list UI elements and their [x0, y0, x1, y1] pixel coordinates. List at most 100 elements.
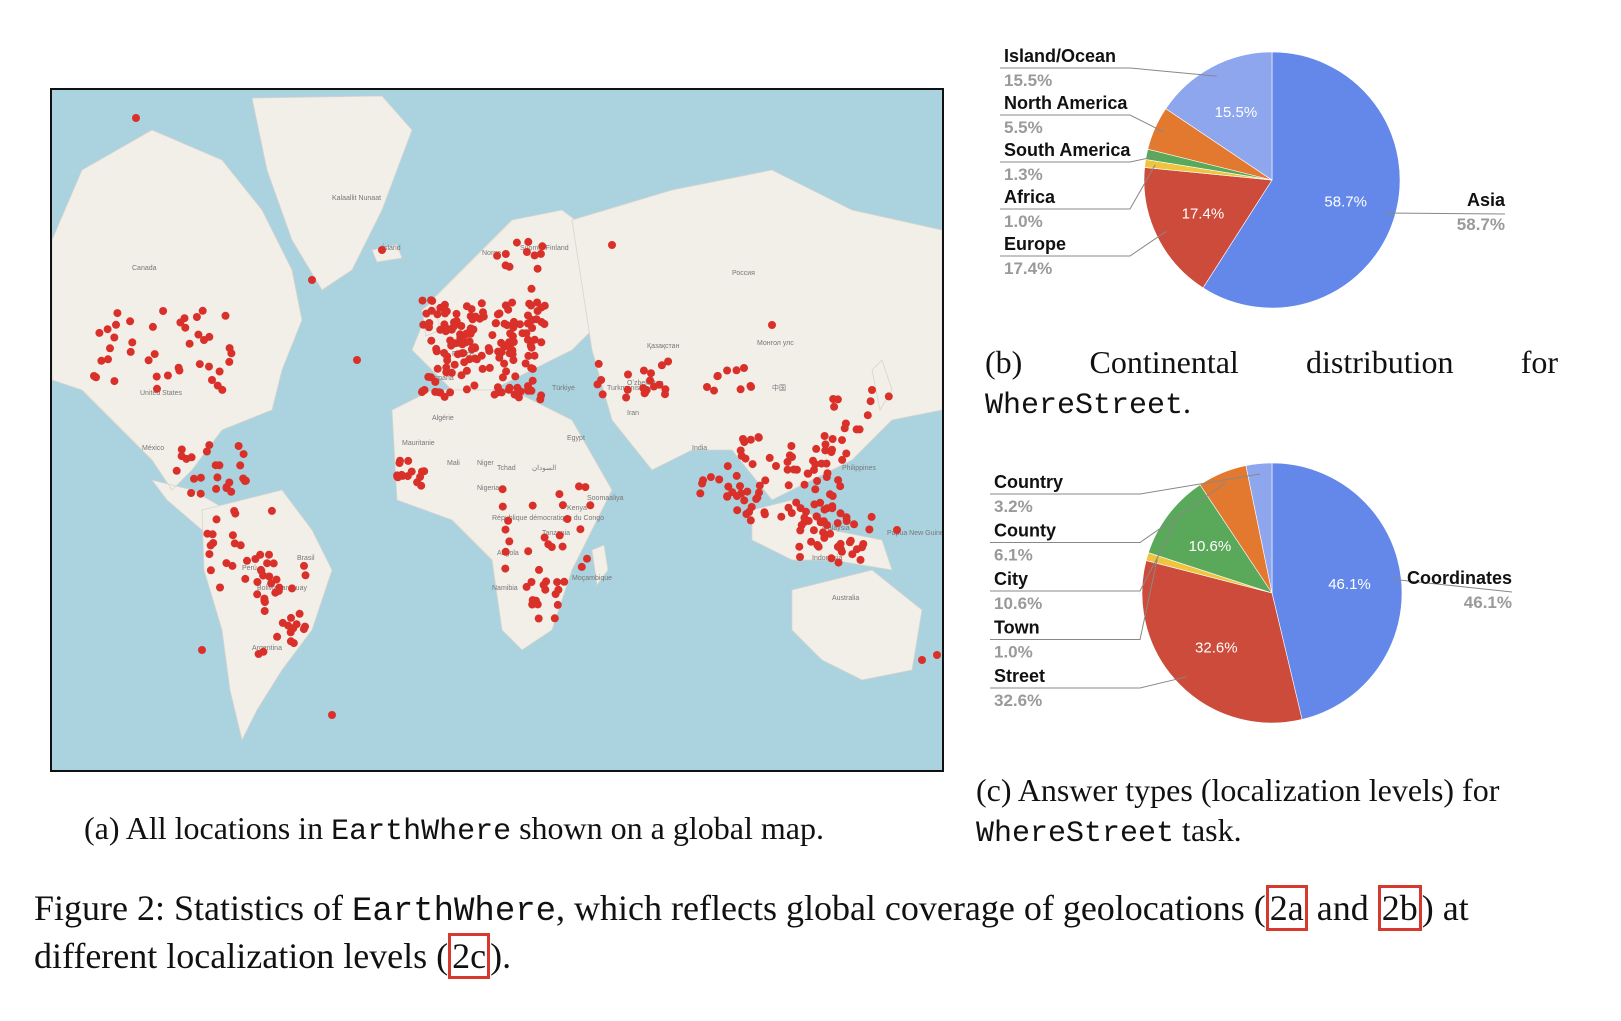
legend-pct: 15.5% — [1004, 71, 1052, 90]
pie-slice-value: 10.6% — [1189, 538, 1232, 555]
location-marker — [497, 348, 506, 357]
location-marker — [841, 419, 850, 428]
caption-c-suffix: task. — [1174, 812, 1242, 848]
location-marker — [558, 501, 567, 510]
location-marker — [820, 505, 829, 514]
ref-link-2b[interactable]: 2b — [1377, 885, 1422, 931]
location-marker — [550, 614, 559, 623]
location-marker — [828, 504, 837, 513]
location-marker — [407, 467, 416, 476]
location-marker — [527, 343, 536, 352]
location-marker — [846, 536, 855, 545]
world-map-svg: Kalaallit NunaatÍslandCanadaUnited State… — [52, 90, 942, 770]
location-marker — [706, 473, 715, 482]
location-marker — [208, 376, 216, 384]
location-marker — [228, 531, 237, 540]
figcap-code: EarthWhere — [352, 893, 557, 931]
location-marker — [488, 331, 497, 340]
location-marker — [820, 432, 829, 440]
location-marker — [761, 476, 770, 485]
ref-link-2a[interactable]: 2a — [1265, 885, 1308, 931]
ref-link-2c[interactable]: 2c — [448, 933, 491, 979]
location-marker — [639, 366, 648, 375]
location-marker — [263, 559, 272, 568]
location-marker — [144, 356, 153, 365]
location-marker — [833, 395, 842, 404]
location-marker — [192, 313, 201, 321]
location-marker — [395, 459, 404, 467]
location-marker — [863, 411, 872, 420]
location-marker — [746, 435, 755, 444]
map-label: Tchad — [497, 465, 516, 472]
legend-pct: 10.6% — [994, 594, 1042, 613]
caption-c-line1: (c) Answer types (localization levels) f… — [976, 772, 1500, 808]
location-marker — [538, 242, 547, 251]
location-marker — [703, 383, 711, 391]
caption-b-line2: WhereStreet. — [985, 382, 1191, 426]
location-marker — [867, 512, 876, 521]
location-marker — [163, 371, 172, 380]
figcap-mid: , which reflects global coverage of geol… — [556, 888, 1266, 928]
location-marker — [772, 462, 780, 470]
location-marker — [723, 492, 732, 501]
map-label: Россия — [732, 270, 755, 277]
location-marker — [533, 307, 542, 315]
location-marker — [537, 338, 546, 347]
location-marker — [710, 386, 718, 395]
location-marker — [241, 476, 250, 485]
location-marker — [594, 359, 603, 368]
location-marker — [205, 362, 213, 371]
location-marker — [301, 571, 310, 580]
pie-slice-value: 15.5% — [1215, 104, 1258, 121]
legend-pct: 1.0% — [994, 643, 1033, 662]
location-marker — [524, 311, 532, 320]
map-label: Brasil — [297, 555, 315, 562]
location-marker — [462, 302, 471, 311]
location-marker — [308, 276, 316, 284]
location-marker — [918, 656, 926, 664]
location-marker — [260, 607, 269, 615]
legend-label: North America — [1004, 93, 1128, 113]
figure-caption: Figure 2: Statistics of EarthWhere, whic… — [34, 885, 1584, 979]
location-marker — [452, 309, 461, 318]
location-marker — [196, 489, 205, 498]
location-marker — [753, 493, 762, 502]
location-marker — [508, 346, 517, 355]
location-marker — [150, 350, 159, 359]
location-marker — [501, 250, 510, 258]
caption-b-code: WhereStreet — [985, 389, 1184, 423]
location-marker — [765, 453, 774, 462]
map-label: Nigeria — [477, 485, 499, 492]
legend-pct: 5.5% — [1004, 118, 1043, 137]
location-marker — [90, 372, 98, 380]
map-label: Philippines — [842, 465, 876, 472]
location-marker — [646, 376, 655, 385]
location-marker — [215, 461, 224, 470]
location-marker — [495, 309, 504, 318]
location-marker — [477, 299, 486, 308]
location-marker — [555, 490, 564, 499]
location-marker — [413, 478, 422, 487]
location-marker — [893, 526, 901, 534]
location-marker — [227, 487, 236, 496]
location-marker — [126, 347, 135, 356]
legend-label: Street — [994, 666, 1045, 686]
location-marker — [796, 526, 805, 535]
location-marker — [265, 572, 274, 581]
location-marker — [112, 320, 120, 329]
caption-b-w4: for — [1520, 344, 1559, 380]
location-marker — [196, 473, 205, 482]
location-marker — [212, 484, 221, 493]
location-marker — [95, 328, 104, 337]
legend-pct: 6.1% — [994, 546, 1033, 565]
location-marker — [272, 575, 281, 584]
location-marker — [215, 367, 224, 376]
location-marker — [787, 442, 796, 450]
location-marker — [200, 336, 208, 344]
location-marker — [558, 542, 567, 551]
location-marker — [533, 264, 542, 273]
location-marker — [198, 646, 206, 654]
location-marker — [527, 578, 536, 586]
map-label: السودان — [532, 464, 556, 472]
pie-slice-value: 58.7% — [1324, 194, 1367, 211]
